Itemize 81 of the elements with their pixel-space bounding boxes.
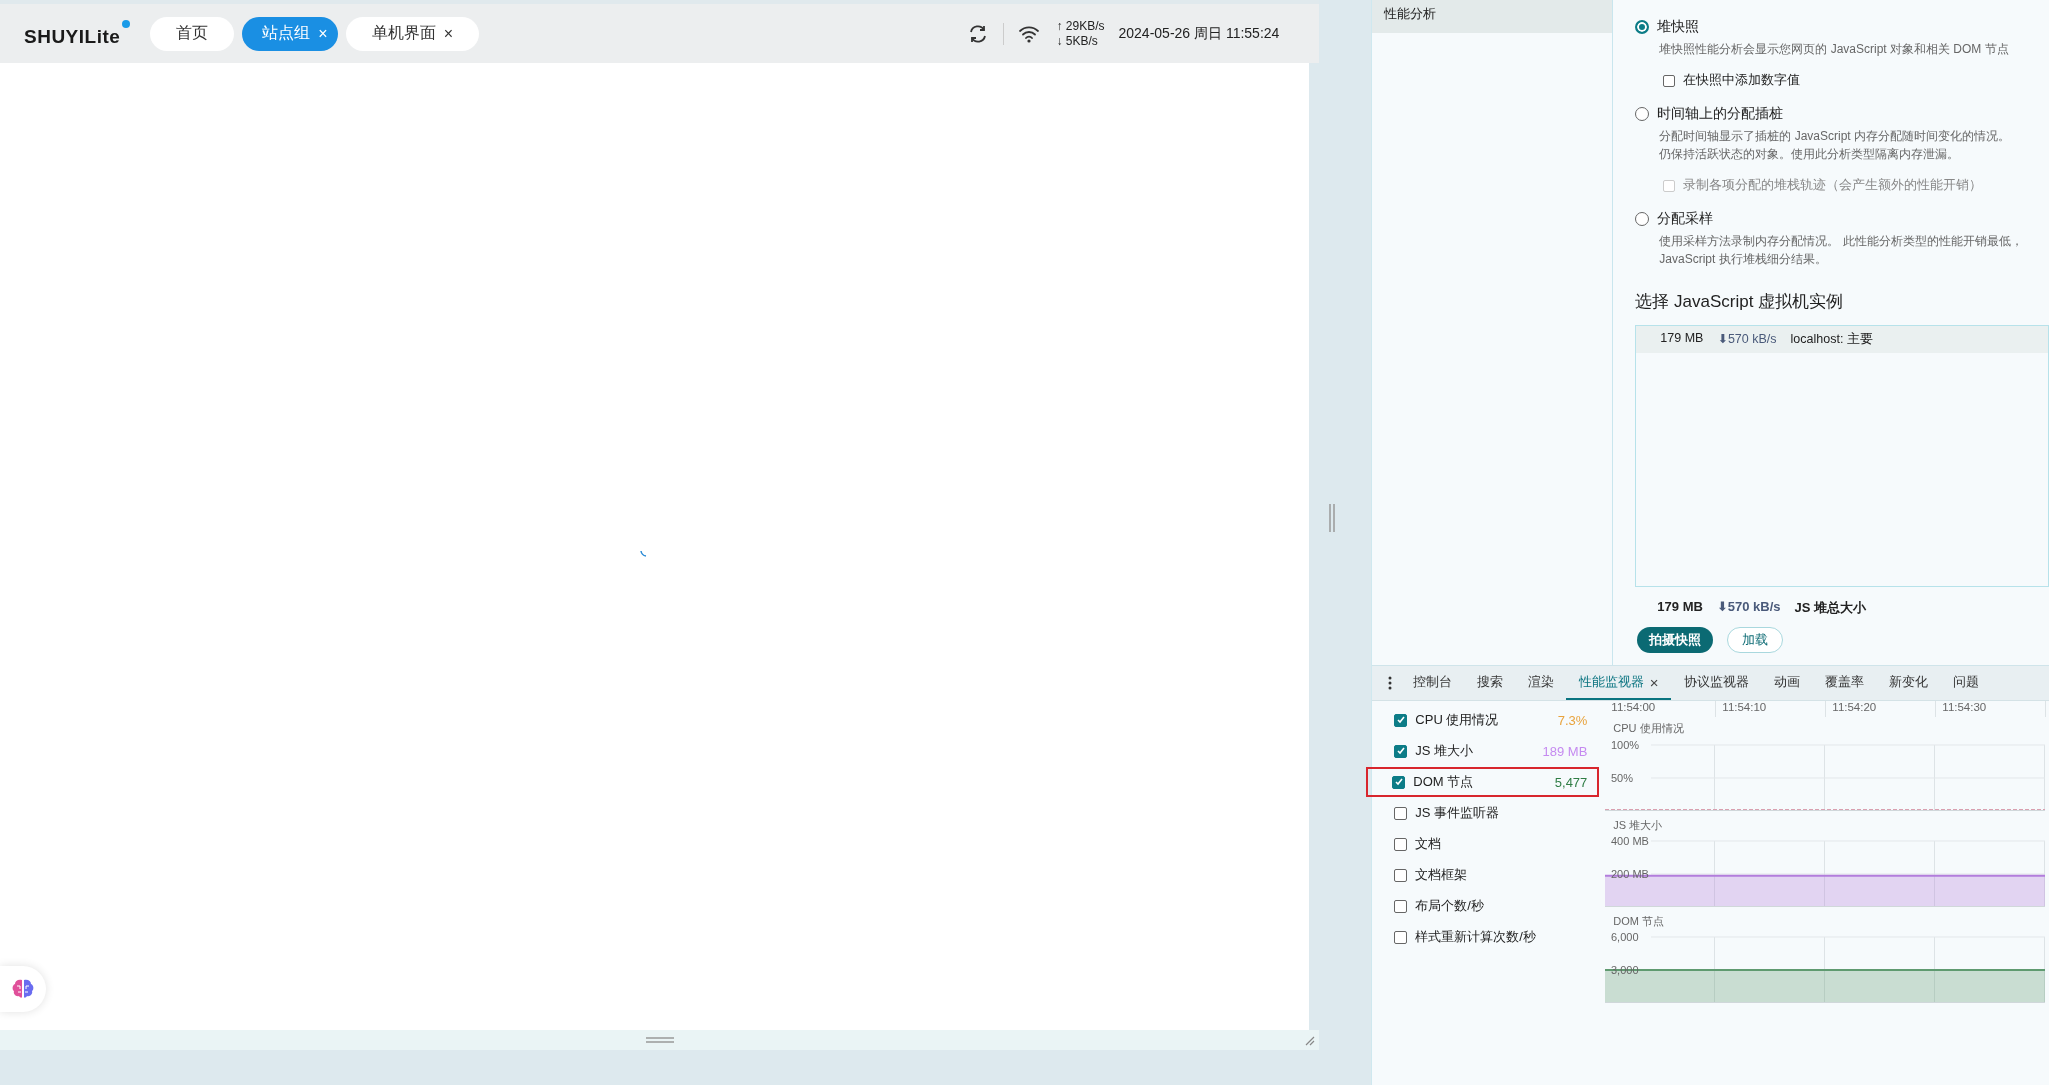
heap-rate: ⬇570 kB/s	[1717, 331, 1777, 348]
close-icon[interactable]: ×	[1649, 673, 1659, 691]
date-time: 2024-05-26 周日 11:55:24	[1118, 24, 1280, 43]
drawer-tab[interactable]: 协议监视器	[1671, 666, 1762, 700]
profile-type-radio[interactable]: 堆快照	[1635, 14, 2049, 40]
heap-size: 179 MB	[1660, 331, 1704, 347]
time-label: 11:54:10	[1722, 701, 1767, 713]
upload-speed: ↑ 29KB/s	[1056, 18, 1105, 34]
radio-label[interactable]: 堆快照	[1657, 18, 1700, 36]
drawer-tab[interactable]: 动画	[1761, 666, 1813, 700]
time-label: 11:54:30	[1942, 701, 1987, 713]
drawer-tab[interactable]: 渲染	[1515, 666, 1567, 700]
resize-corner-icon[interactable]	[1303, 1034, 1316, 1046]
section-title: 选择 JavaScript 虚拟机实例	[1635, 291, 1845, 313]
metric-label[interactable]: JS 事件监听器	[1415, 804, 1588, 822]
close-icon[interactable]: ×	[443, 24, 454, 43]
time-label: 11:54:00	[1611, 701, 1656, 713]
metric-label[interactable]: 文档	[1415, 835, 1588, 853]
checkbox[interactable]	[1394, 930, 1408, 944]
download-speed: ↓ 5KB/s	[1056, 33, 1099, 49]
metric-value: 7.3%	[1557, 712, 1588, 728]
drawer-tab[interactable]: 覆盖率	[1812, 666, 1877, 700]
time-label: 11:54:20	[1832, 701, 1877, 713]
chart-title: DOM 节点	[1613, 915, 1665, 927]
checkbox[interactable]	[1394, 899, 1408, 913]
metric-value: 189 MB	[1542, 743, 1588, 759]
checkbox[interactable]	[1394, 806, 1408, 820]
checkbox[interactable]	[1394, 837, 1408, 851]
metric-label[interactable]: 样式重新计算次数/秒	[1415, 928, 1588, 946]
profile-description: 分配时间轴显示了插桩的 JavaScript 内存分配随时间变化的情况。	[1659, 128, 2012, 145]
radio-label[interactable]: 分配采样	[1657, 210, 1714, 228]
profile-description: 使用采样方法录制内存分配情况。 此性能分析类型的性能开销最低，	[1659, 233, 2024, 250]
radio-label[interactable]: 时间轴上的分配插桩	[1657, 105, 1784, 123]
sidebar-item[interactable]: 性能分析	[1372, 0, 1613, 33]
metric-label[interactable]: CPU 使用情况	[1415, 711, 1558, 729]
checkbox[interactable]	[1394, 744, 1408, 758]
loading-spinner-icon	[640, 550, 648, 558]
splitter-handle-icon[interactable]	[1329, 503, 1336, 532]
brain-icon	[11, 978, 35, 1000]
total-heap-label: JS 堆总大小	[1794, 599, 1867, 617]
chart-title: JS 堆大小	[1613, 819, 1663, 831]
metric-label[interactable]: DOM 节点	[1413, 773, 1555, 791]
chart-title: CPU 使用情况	[1613, 722, 1684, 734]
checkbox[interactable]	[1394, 713, 1408, 727]
drawer-tab[interactable]: 问题	[1940, 666, 1992, 700]
page-tab[interactable]: 单机界面 ×	[345, 16, 480, 51]
profile-description: 仍保持活跃状态的对象。使用此分析类型隔离内存泄漏。	[1659, 146, 1961, 163]
metric-label[interactable]: 文档框架	[1415, 866, 1588, 884]
radio-button[interactable]	[1635, 20, 1650, 34]
radio-button[interactable]	[1635, 107, 1650, 121]
drawer-tab[interactable]: 控制台	[1400, 666, 1465, 700]
y-tick-label: 50%	[1611, 772, 1634, 784]
app-logo: SHUYILite	[24, 19, 131, 48]
resize-handle-icon[interactable]	[645, 1037, 674, 1043]
radio-button[interactable]	[1635, 212, 1650, 226]
profile-type-radio[interactable]: 时间轴上的分配插桩	[1635, 101, 2049, 127]
total-heap-rate: ⬇570 kB/s	[1716, 599, 1781, 616]
drawer-tab[interactable]: 新变化	[1876, 666, 1941, 700]
metric-label[interactable]: JS 堆大小	[1415, 742, 1543, 760]
profile-description: JavaScript 执行堆栈细分结果。	[1659, 251, 1828, 268]
y-tick-label: 6,000	[1611, 931, 1639, 943]
page-tab[interactable]: 首页	[150, 16, 235, 51]
checkbox[interactable]	[1392, 775, 1406, 789]
checkbox[interactable]	[1663, 74, 1676, 87]
metric-value: 5,477	[1554, 774, 1588, 790]
profile-type-radio[interactable]: 分配采样	[1635, 206, 2049, 232]
drawer-tab[interactable]: 性能监视器 ×	[1566, 666, 1672, 700]
total-heap-size: 179 MB	[1657, 599, 1703, 616]
y-tick-label: 100%	[1611, 739, 1640, 751]
profile-description: 堆快照性能分析会显示您网页的 JavaScript 对象和相关 DOM 节点	[1659, 41, 2010, 58]
checkbox[interactable]	[1394, 868, 1408, 882]
y-tick-label: 400 MB	[1611, 835, 1650, 847]
instance-name: localhost: 主要	[1790, 331, 1873, 348]
assistant-button[interactable]	[0, 966, 46, 1012]
checkbox-label[interactable]: 在快照中添加数字值	[1683, 72, 1801, 89]
drawer-tab[interactable]: 搜索	[1464, 666, 1516, 700]
load-button[interactable]: 加载	[1727, 627, 1784, 653]
snapshot-button[interactable]: 拍摄快照	[1637, 627, 1714, 653]
metric-label[interactable]: 布局个数/秒	[1415, 897, 1588, 915]
more-menu-icon[interactable]	[1388, 676, 1393, 690]
vm-instance-row[interactable]: 179 MB ⬇570 kB/s localhost: 主要	[1636, 326, 2048, 353]
